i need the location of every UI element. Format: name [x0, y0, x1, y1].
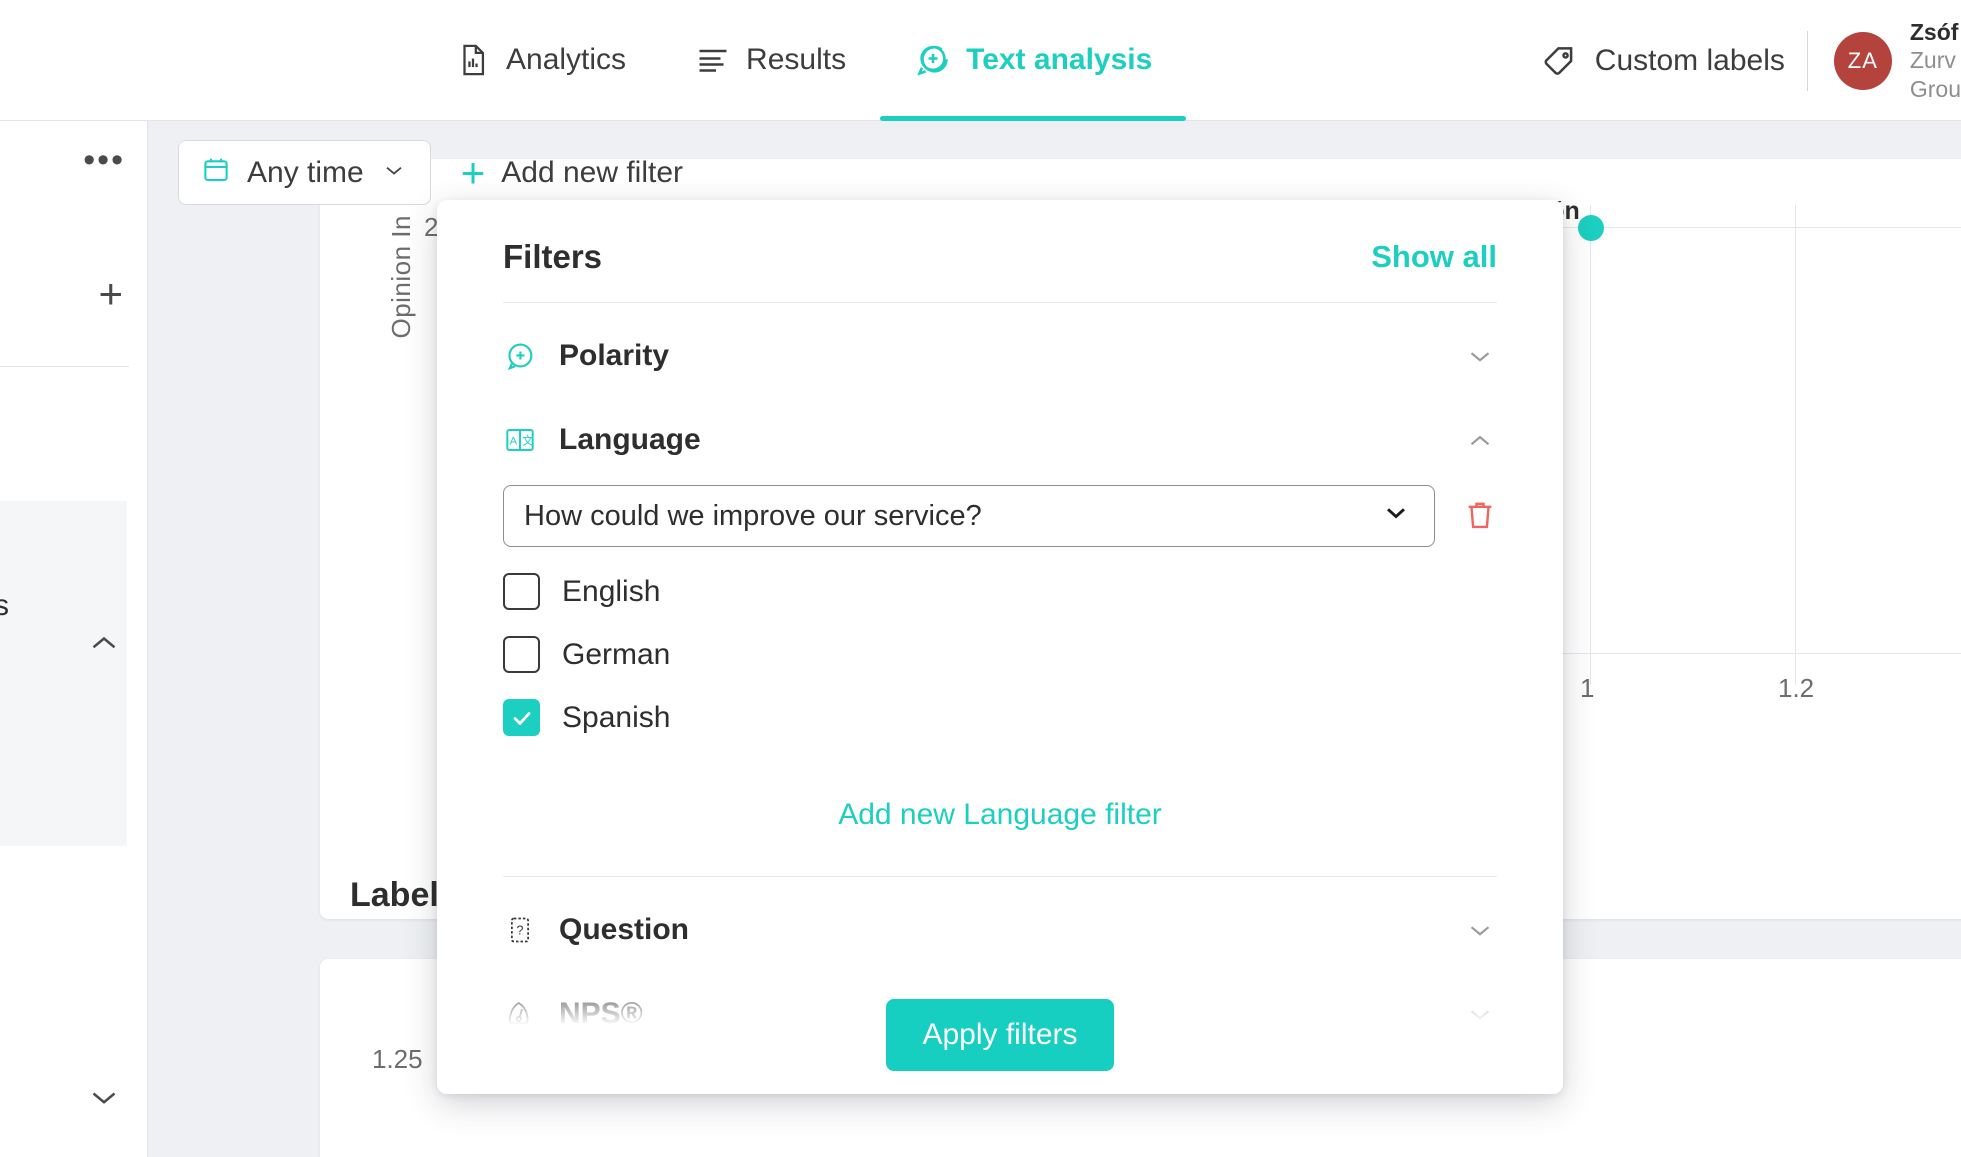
- top-navigation-bar: Analytics Results Text analysis Custom l…: [0, 0, 1961, 121]
- user-org-line1: Zurv: [1909, 47, 1956, 74]
- avatar-initials: ZA: [1847, 47, 1878, 73]
- bottom-axis-value: 1.25: [372, 1044, 423, 1074]
- x-axis-tick: 1.2: [1778, 673, 1815, 703]
- filters-header-divider: [503, 302, 1497, 303]
- tab-results-label: Results: [746, 43, 847, 76]
- language-question-row: How could we improve our service?: [503, 485, 1497, 547]
- tab-analytics[interactable]: Analytics: [420, 0, 660, 121]
- apply-filters-bar: Apply filters: [437, 976, 1563, 1094]
- avatar[interactable]: ZA: [1833, 31, 1892, 90]
- svg-text:文: 文: [522, 434, 533, 448]
- language-option-english[interactable]: English: [503, 573, 1497, 610]
- more-options-icon[interactable]: •••: [83, 143, 125, 177]
- add-new-language-filter-link[interactable]: Add new Language filter: [503, 798, 1497, 832]
- question-box-icon: ?: [503, 913, 537, 947]
- gridline-horizontal: [1560, 227, 1961, 228]
- filters-title: Filters: [503, 238, 603, 275]
- plus-icon: +: [460, 148, 486, 196]
- show-all-link[interactable]: Show all: [1371, 239, 1497, 275]
- scatter-point[interactable]: [1578, 215, 1604, 241]
- date-range-button[interactable]: Any time: [178, 140, 431, 205]
- checkbox-german[interactable]: [503, 636, 540, 673]
- language-section-divider: [503, 876, 1497, 877]
- chevron-down-icon: [1463, 913, 1497, 947]
- gridline-horizontal: [1560, 653, 1961, 654]
- chevron-down-icon: [1463, 339, 1497, 373]
- gridline-vertical: [1795, 205, 1796, 685]
- language-option-spanish-label: Spanish: [562, 700, 671, 734]
- custom-labels-button[interactable]: Custom labels: [1541, 42, 1807, 80]
- translate-icon: A 文: [503, 423, 537, 457]
- svg-text:A: A: [510, 436, 518, 448]
- user-name: Zsóf: [1909, 19, 1959, 46]
- sidebar-active-section: [0, 501, 127, 846]
- add-new-filter-button[interactable]: + Add new filter: [460, 148, 684, 196]
- user-org-line2: Grou: [1909, 75, 1961, 102]
- add-icon[interactable]: +: [98, 273, 123, 315]
- sidebar-chevron-down-icon-3[interactable]: [83, 1149, 125, 1157]
- tab-text-analysis-label: Text analysis: [966, 43, 1153, 76]
- list-lines-icon: [694, 41, 732, 79]
- language-filter-body: How could we improve our service? Englis…: [437, 485, 1563, 832]
- filter-section-question[interactable]: ? Question: [437, 899, 1563, 961]
- sidebar-chevron-down-icon-2[interactable]: [83, 1076, 125, 1118]
- scatter-plot: abitación 1 1.2: [1470, 197, 1961, 703]
- question-select-value: How could we improve our service?: [524, 499, 982, 532]
- chevron-up-icon: [1463, 423, 1497, 457]
- language-option-german-label: German: [562, 637, 671, 671]
- svg-text:?: ?: [517, 924, 524, 938]
- page-title: Label: [350, 876, 439, 914]
- app-root: Analytics Results Text analysis Custom l…: [0, 0, 1961, 1157]
- sidebar-divider: [0, 366, 129, 367]
- filter-section-polarity[interactable]: Polarity: [437, 325, 1563, 387]
- add-new-filter-label: Add new filter: [501, 155, 684, 189]
- chevron-down-icon: [1380, 496, 1412, 536]
- filter-section-question-label: Question: [559, 913, 690, 946]
- tab-text-analysis[interactable]: Text analysis: [880, 0, 1187, 121]
- tab-analytics-label: Analytics: [506, 43, 627, 76]
- nav-items: Analytics Results Text analysis: [420, 0, 1187, 121]
- y-axis-label: Opinion In: [386, 215, 416, 339]
- user-info[interactable]: Zsóf Zurv Grou: [1910, 18, 1961, 102]
- topbar-right: Custom labels ZA Zsóf Zurv Grou: [1541, 0, 1961, 121]
- language-option-english-label: English: [562, 574, 661, 608]
- sidebar-item-label-clipped: s: [0, 589, 9, 622]
- comment-plus-icon: [503, 339, 537, 373]
- date-range-label: Any time: [247, 155, 364, 189]
- tab-results[interactable]: Results: [660, 0, 880, 121]
- gridline-vertical: [1590, 205, 1591, 685]
- tag-icon: [1541, 42, 1579, 80]
- filter-toolbar: Any time + Add new filter: [178, 140, 683, 205]
- custom-labels-label: Custom labels: [1594, 43, 1785, 77]
- language-option-german[interactable]: German: [503, 636, 1497, 673]
- filter-section-polarity-label: Polarity: [559, 339, 670, 372]
- filters-header: Filters Show all: [437, 200, 1563, 276]
- left-sidebar: ••• + s: [0, 121, 148, 1157]
- filters-popover: Filters Show all Polarity A 文 Language H…: [437, 200, 1563, 1094]
- question-select[interactable]: How could we improve our service?: [503, 485, 1435, 547]
- trash-icon[interactable]: [1463, 496, 1497, 536]
- sidebar-chevron-up-icon[interactable]: [83, 621, 125, 663]
- checkbox-spanish[interactable]: [503, 699, 540, 736]
- topbar-divider: [1806, 30, 1808, 91]
- filter-section-language[interactable]: A 文 Language: [437, 409, 1563, 471]
- checkbox-english[interactable]: [503, 573, 540, 610]
- document-chart-icon: [454, 41, 492, 79]
- apply-filters-button[interactable]: Apply filters: [886, 999, 1114, 1071]
- chevron-down-icon: [380, 156, 408, 189]
- x-axis-tick: 1: [1580, 673, 1595, 703]
- comment-plus-icon: [914, 41, 952, 79]
- filter-section-language-label: Language: [559, 423, 701, 456]
- calendar-icon: [201, 155, 231, 190]
- language-option-spanish[interactable]: Spanish: [503, 699, 1497, 736]
